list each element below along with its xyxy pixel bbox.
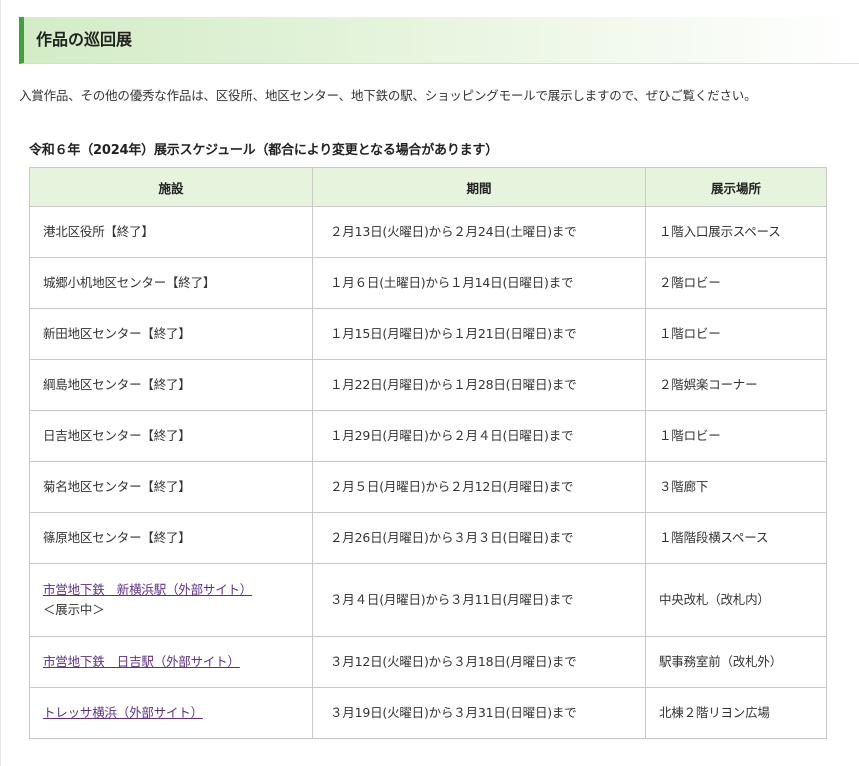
period-cell: ３月４日(月曜日)から３月11日(月曜日)まで bbox=[312, 563, 646, 637]
column-header-facility: 施設 bbox=[29, 167, 313, 207]
place-cell: 北棟２階リヨン広場 bbox=[645, 687, 827, 739]
place-cell: ２階ロビー bbox=[645, 257, 827, 309]
hiyoshi-station-link[interactable]: 市営地下鉄 日吉駅（外部サイト） bbox=[43, 654, 240, 669]
schedule-caption: 令和６年（2024年）展示スケジュール（都合により変更となる場合があります） bbox=[29, 143, 499, 158]
facility-cell: 城郷小机地区センター【終了】 bbox=[29, 257, 313, 309]
period-cell: ２月13日(火曜日)から２月24日(土曜日)まで bbox=[312, 206, 646, 258]
place-cell: １階入口展示スペース bbox=[645, 206, 827, 258]
column-header-place: 展示場所 bbox=[645, 167, 827, 207]
table-row: 日吉地区センター【終了】 １月29日(月曜日)から２月４日(日曜日)まで １階ロ… bbox=[29, 410, 827, 462]
column-header-period: 期間 bbox=[312, 167, 646, 207]
table-row: 市営地下鉄 日吉駅（外部サイト） ３月12日(火曜日)から３月18日(月曜日)ま… bbox=[29, 636, 827, 688]
tressa-yokohama-link[interactable]: トレッサ横浜（外部サイト） bbox=[43, 705, 203, 720]
period-cell: ３月19日(火曜日)から３月31日(日曜日)まで bbox=[312, 687, 646, 739]
place-cell: 駅事務室前（改札外） bbox=[645, 636, 827, 688]
place-cell: １階ロビー bbox=[645, 308, 827, 360]
period-cell: １月６日(土曜日)から１月14日(日曜日)まで bbox=[312, 257, 646, 309]
table-row: 綱島地区センター【終了】 １月22日(月曜日)から１月28日(日曜日)まで ２階… bbox=[29, 359, 827, 411]
table-row: 港北区役所【終了】 ２月13日(火曜日)から２月24日(土曜日)まで １階入口展… bbox=[29, 206, 827, 258]
place-cell: ２階娯楽コーナー bbox=[645, 359, 827, 411]
schedule-table: 施設 期間 展示場所 港北区役所【終了】 ２月13日(火曜日)から２月24日(土… bbox=[29, 167, 827, 739]
page-left-border bbox=[0, 0, 1, 766]
table-row: 新田地区センター【終了】 １月15日(月曜日)から１月21日(日曜日)まで １階… bbox=[29, 308, 827, 360]
section-heading: 作品の巡回展 bbox=[19, 17, 859, 64]
table-row: 菊名地区センター【終了】 ２月５日(月曜日)から２月12日(月曜日)まで ３階廊… bbox=[29, 461, 827, 513]
section-title: 作品の巡回展 bbox=[36, 30, 133, 49]
place-cell: １階ロビー bbox=[645, 410, 827, 462]
table-row: 市営地下鉄 新横浜駅（外部サイト） ＜展示中＞ ３月４日(月曜日)から３月11日… bbox=[29, 563, 827, 637]
facility-cell: 綱島地区センター【終了】 bbox=[29, 359, 313, 411]
period-cell: ２月５日(月曜日)から２月12日(月曜日)まで bbox=[312, 461, 646, 513]
table-row: 城郷小机地区センター【終了】 １月６日(土曜日)から１月14日(日曜日)まで ２… bbox=[29, 257, 827, 309]
place-cell: １階階段横スペース bbox=[645, 512, 827, 564]
facility-cell: 市営地下鉄 新横浜駅（外部サイト） ＜展示中＞ bbox=[29, 563, 313, 637]
facility-cell: トレッサ横浜（外部サイト） bbox=[29, 687, 313, 739]
facility-cell: 篠原地区センター【終了】 bbox=[29, 512, 313, 564]
facility-cell: 市営地下鉄 日吉駅（外部サイト） bbox=[29, 636, 313, 688]
period-cell: ２月26日(月曜日)から３月３日(日曜日)まで bbox=[312, 512, 646, 564]
exhibition-status: ＜展示中＞ bbox=[43, 602, 105, 617]
intro-text: 入賞作品、その他の優秀な作品は、区役所、地区センター、地下鉄の駅、ショッピングモ… bbox=[19, 88, 757, 103]
table-row: 篠原地区センター【終了】 ２月26日(月曜日)から３月３日(日曜日)まで １階階… bbox=[29, 512, 827, 564]
facility-cell: 港北区役所【終了】 bbox=[29, 206, 313, 258]
facility-cell: 日吉地区センター【終了】 bbox=[29, 410, 313, 462]
period-cell: １月22日(月曜日)から１月28日(日曜日)まで bbox=[312, 359, 646, 411]
period-cell: １月29日(月曜日)から２月４日(日曜日)まで bbox=[312, 410, 646, 462]
place-cell: ３階廊下 bbox=[645, 461, 827, 513]
place-cell: 中央改札（改札内） bbox=[645, 563, 827, 637]
shin-yokohama-station-link[interactable]: 市営地下鉄 新横浜駅（外部サイト） bbox=[43, 582, 252, 597]
facility-cell: 菊名地区センター【終了】 bbox=[29, 461, 313, 513]
period-cell: ３月12日(火曜日)から３月18日(月曜日)まで bbox=[312, 636, 646, 688]
period-cell: １月15日(月曜日)から１月21日(日曜日)まで bbox=[312, 308, 646, 360]
table-header-row: 施設 期間 展示場所 bbox=[29, 167, 827, 207]
facility-cell: 新田地区センター【終了】 bbox=[29, 308, 313, 360]
table-row: トレッサ横浜（外部サイト） ３月19日(火曜日)から３月31日(日曜日)まで 北… bbox=[29, 687, 827, 739]
